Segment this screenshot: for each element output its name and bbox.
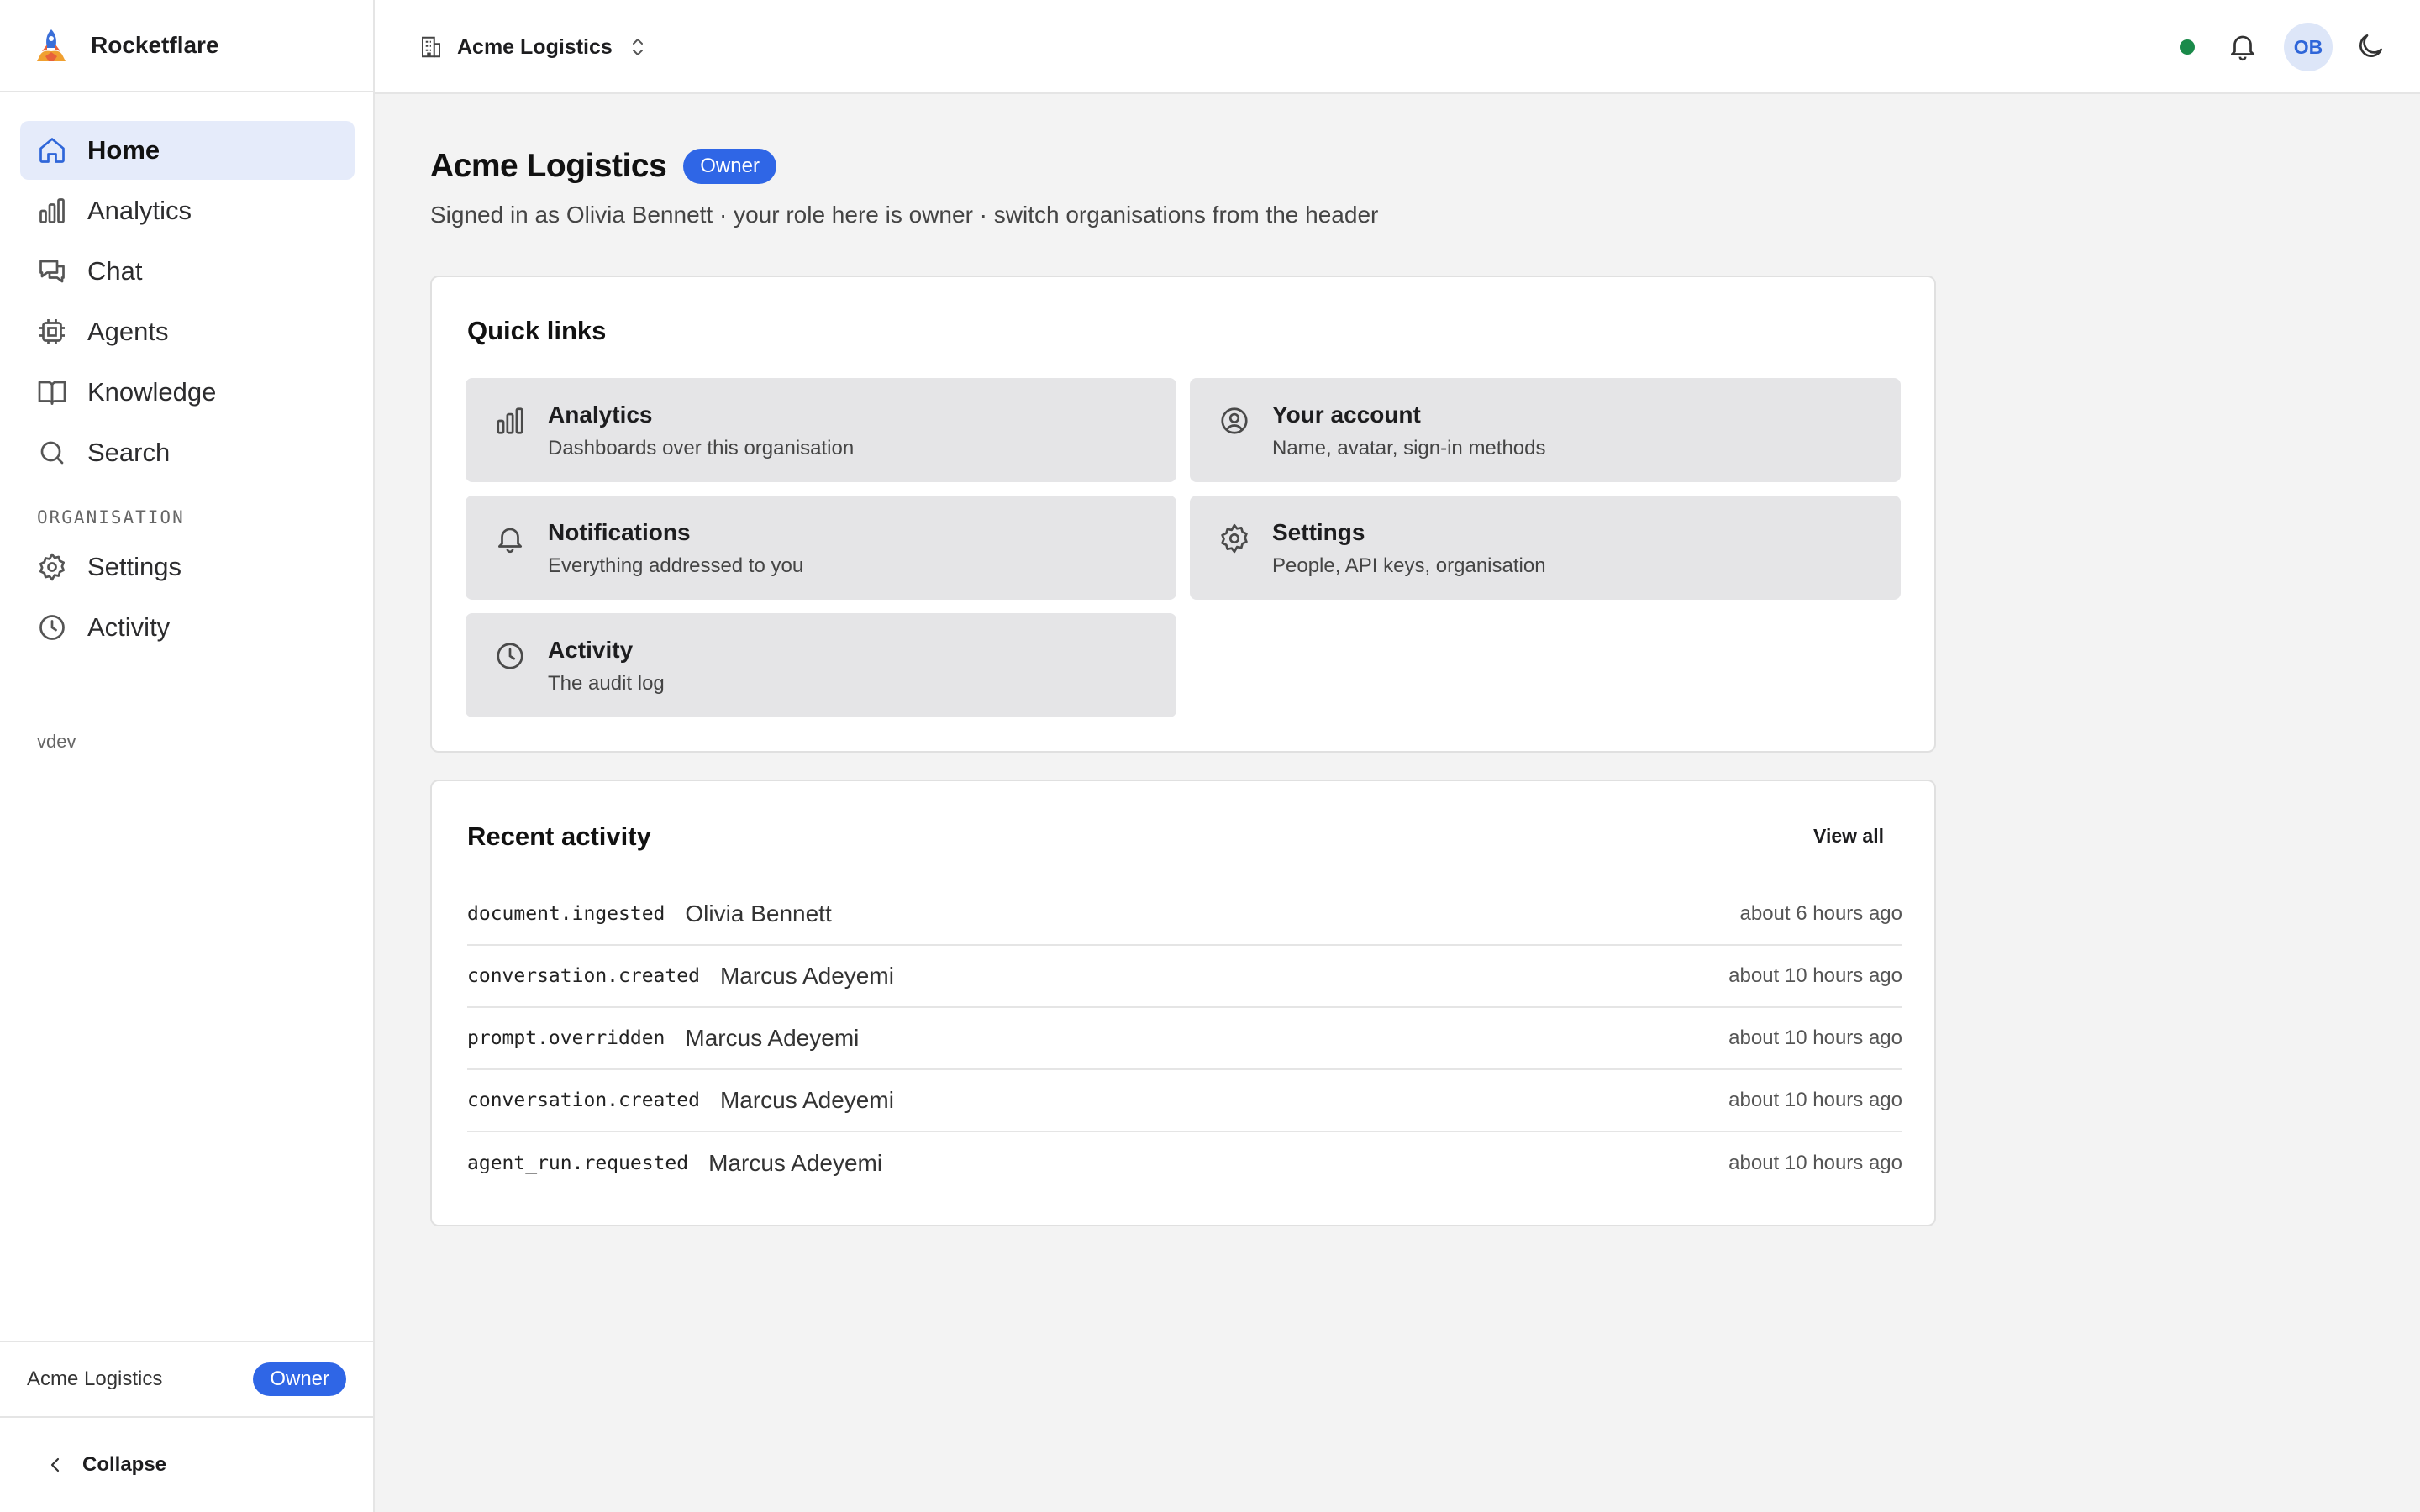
quick-links-title: Quick links <box>467 316 607 345</box>
main-nav: Home Analytics Chat Agents Knowledge Sea… <box>20 121 355 753</box>
gear-icon <box>1218 522 1250 554</box>
quick-link-settings[interactable]: Settings People, API keys, organisation <box>1190 496 1901 600</box>
event-type: agent_run.requested <box>467 1152 689 1174</box>
event-time: about 10 hours ago <box>1728 964 1902 987</box>
bar-chart-icon <box>494 405 526 437</box>
activity-row[interactable]: prompt.overridden Marcus Adeyemi about 1… <box>467 1008 1902 1070</box>
activity-list: document.ingested Olivia Bennett about 6… <box>467 884 1902 1194</box>
nav-label: Home <box>87 135 160 165</box>
nav-label: Settings <box>87 552 182 581</box>
quick-links-card: Quick links Analytics Dashboards over th… <box>430 276 1936 753</box>
activity-row[interactable]: conversation.created Marcus Adeyemi abou… <box>467 1070 1902 1132</box>
activity-row[interactable]: document.ingested Olivia Bennett about 6… <box>467 884 1902 946</box>
event-type: document.ingested <box>467 903 666 925</box>
quick-link-title: Settings <box>1272 519 1365 545</box>
sidebar: Rocketflare Home Analytics Chat Agents K… <box>0 0 375 1512</box>
activity-row[interactable]: agent_run.requested Marcus Adeyemi about… <box>467 1132 1902 1194</box>
chevron-left-icon <box>45 1455 66 1475</box>
chat-icon <box>37 256 67 286</box>
cpu-icon <box>37 317 67 347</box>
event-type: conversation.created <box>467 1089 700 1111</box>
event-type: conversation.created <box>467 965 700 987</box>
sidebar-org-footer: Acme Logistics Owner <box>0 1341 373 1416</box>
user-circle-icon <box>1218 405 1250 437</box>
book-icon <box>37 377 67 407</box>
quick-link-desc: Dashboards over this organisation <box>548 437 855 459</box>
nav-item-home[interactable]: Home <box>20 121 355 180</box>
quick-link-title: Notifications <box>548 519 691 545</box>
activity-row[interactable]: conversation.created Marcus Adeyemi abou… <box>467 946 1902 1008</box>
event-time: about 6 hours ago <box>1739 902 1903 925</box>
event-time: about 10 hours ago <box>1728 1026 1902 1049</box>
org-switcher[interactable]: Acme Logistics <box>418 30 648 64</box>
nav-label: Agents <box>87 317 169 346</box>
gear-icon <box>37 552 67 582</box>
footer-role-badge: Owner <box>253 1362 346 1396</box>
moon-icon[interactable] <box>2354 30 2386 62</box>
quick-link-activity[interactable]: Activity The audit log <box>466 613 1176 717</box>
event-actor: Olivia Bennett <box>685 900 832 927</box>
status-indicator <box>2180 39 2195 55</box>
building-icon <box>418 34 444 60</box>
home-icon <box>37 135 67 165</box>
page-header: Acme Logistics Owner Signed in as Olivia… <box>430 148 1378 228</box>
event-type: prompt.overridden <box>467 1027 666 1049</box>
bell-icon <box>494 522 526 554</box>
nav-item-knowledge[interactable]: Knowledge <box>20 363 355 422</box>
nav-item-search[interactable]: Search <box>20 423 355 482</box>
nav-item-chat[interactable]: Chat <box>20 242 355 301</box>
brand[interactable]: Rocketflare <box>0 0 373 92</box>
search-icon <box>37 438 67 468</box>
nav-item-settings[interactable]: Settings <box>20 538 355 596</box>
quick-link-title: Activity <box>548 637 634 663</box>
nav-label: Analytics <box>87 196 192 225</box>
nav-label: Search <box>87 438 171 467</box>
nav-label: Chat <box>87 256 143 286</box>
nav-item-analytics[interactable]: Analytics <box>20 181 355 240</box>
nav-label: Knowledge <box>87 377 217 407</box>
quick-link-desc: Everything addressed to you <box>548 554 804 577</box>
app-name: Rocketflare <box>91 32 219 58</box>
quick-link-notifications[interactable]: Notifications Everything addressed to yo… <box>466 496 1176 600</box>
nav-item-activity[interactable]: Activity <box>20 598 355 657</box>
top-header: Acme Logistics OB <box>375 0 2420 94</box>
section-label-organisation: ORGANISATION <box>37 507 185 528</box>
nav-label: Activity <box>87 612 171 642</box>
bell-icon[interactable] <box>2227 30 2259 62</box>
event-actor: Marcus Adeyemi <box>708 1150 883 1176</box>
event-time: about 10 hours ago <box>1728 1152 1902 1174</box>
event-time: about 10 hours ago <box>1728 1089 1902 1111</box>
recent-activity-title: Recent activity <box>467 822 651 851</box>
bar-chart-icon <box>37 196 67 226</box>
page-subtitle: Signed in as Olivia Bennett · your role … <box>430 202 1379 228</box>
quick-link-title: Your account <box>1272 402 1421 428</box>
page-title: Acme Logistics <box>430 148 667 184</box>
recent-activity-card: Recent activity View all document.ingest… <box>430 780 1936 1226</box>
quick-link-analytics[interactable]: Analytics Dashboards over this organisat… <box>466 378 1176 482</box>
quick-link-desc: The audit log <box>548 672 665 695</box>
footer-org-name: Acme Logistics <box>27 1368 163 1390</box>
event-actor: Marcus Adeyemi <box>685 1025 860 1051</box>
role-badge: Owner <box>683 149 776 184</box>
nav-item-agents[interactable]: Agents <box>20 302 355 361</box>
org-switcher-label: Acme Logistics <box>457 34 613 59</box>
quick-link-desc: People, API keys, organisation <box>1272 554 1546 577</box>
clock-icon <box>37 612 67 643</box>
clock-icon <box>494 640 526 672</box>
event-actor: Marcus Adeyemi <box>719 963 894 989</box>
view-all-link[interactable]: View all <box>1813 825 1884 848</box>
quick-link-title: Analytics <box>548 402 653 428</box>
quick-link-desc: Name, avatar, sign-in methods <box>1272 437 1546 459</box>
collapse-label: Collapse <box>82 1453 167 1476</box>
avatar[interactable]: OB <box>2284 23 2333 71</box>
app-version: vdev <box>37 731 76 752</box>
collapse-button[interactable]: Collapse <box>0 1416 373 1512</box>
chevron-up-down-icon <box>628 35 648 59</box>
event-actor: Marcus Adeyemi <box>719 1087 894 1113</box>
quick-link-your-account[interactable]: Your account Name, avatar, sign-in metho… <box>1190 378 1901 482</box>
rocket-logo-icon <box>32 26 71 65</box>
